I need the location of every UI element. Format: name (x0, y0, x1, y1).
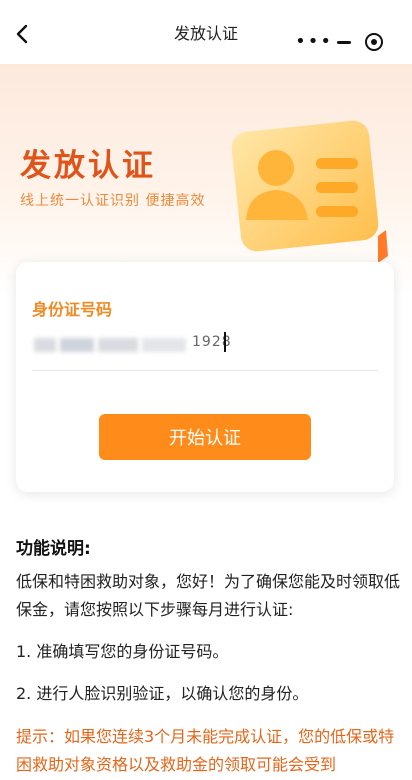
more-dots-icon: ••• (295, 31, 333, 52)
minus-icon (337, 40, 351, 44)
tip-warning: 提示：如果您连续3个月未能完成认证，您的低保或特困救助对象资格以及救助金的领取可… (16, 727, 395, 774)
start-verification-button[interactable]: 开始认证 (99, 414, 311, 460)
id-number-label: 身份证号码 (32, 300, 113, 319)
function-description-heading: 功能说明: (16, 539, 91, 559)
hero-subtitle: 线上统一认证识别 便捷高效 (20, 193, 206, 209)
masked-digits (34, 338, 56, 352)
step-one: 1. 准确填写您的身份证号码。 (16, 642, 229, 661)
back-button[interactable] (10, 22, 34, 46)
intro-paragraph: 低保和特困救助对象，您好！为了确保您能及时领取低保金，请您按照以下步骤每月进行认… (16, 572, 401, 619)
masked-digits (60, 338, 94, 352)
minimize-button[interactable] (330, 28, 358, 56)
masked-digits (98, 338, 138, 352)
masked-digits (142, 338, 186, 352)
text-caret (224, 332, 226, 352)
id-card-icon (231, 120, 388, 263)
page-title: 发放认证 (173, 24, 238, 43)
more-button[interactable]: ••• (295, 28, 331, 56)
input-underline (32, 370, 378, 371)
id-form-card: 身份证号码 1928 开始认证 (16, 262, 394, 492)
chevron-left-icon (16, 24, 28, 44)
mini-program-capsule: ••• (288, 25, 400, 59)
close-button[interactable] (360, 28, 388, 56)
top-navigation-bar: 发放认证 ••• (0, 0, 412, 64)
target-circle-icon (365, 33, 383, 51)
hero-title: 发放认证 (20, 148, 156, 183)
step-two: 2. 进行人脸识别验证，以确认您的身份。 (16, 684, 309, 703)
